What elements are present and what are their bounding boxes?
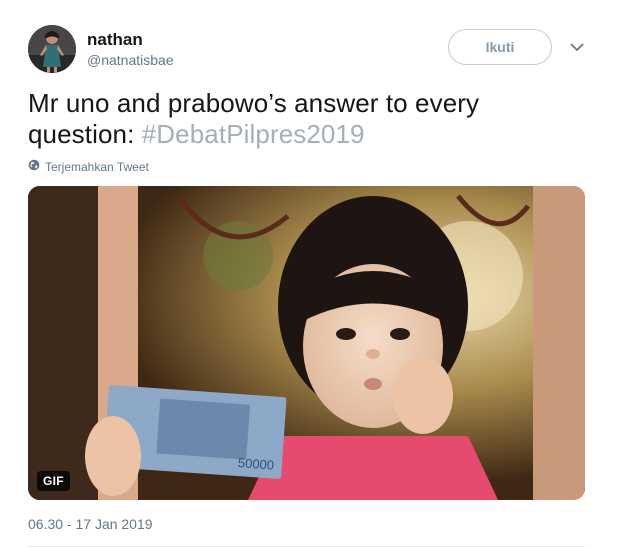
gif-frame: 50000 [28,186,585,500]
tweet-text: Mr uno and prabowo’s answer to every que… [28,88,588,150]
gif-media[interactable]: 50000 GIF [28,186,585,500]
user-name[interactable]: nathan [87,30,143,50]
divider [28,546,585,547]
tweet-card: nathan @natnatisbae Ikuti Mr uno and pra… [0,0,621,549]
gif-badge: GIF [37,471,70,491]
chevron-down-icon[interactable] [568,38,586,56]
hashtag-link[interactable]: #DebatPilpres2019 [142,119,365,149]
user-handle[interactable]: @natnatisbae [87,52,174,68]
globe-icon [28,159,40,174]
translate-label: Terjemahkan Tweet [45,159,149,174]
tweet-timestamp[interactable]: 06.30 - 17 Jan 2019 [28,516,153,532]
follow-button[interactable]: Ikuti [448,29,552,65]
avatar[interactable] [28,25,76,73]
translate-tweet-link[interactable]: Terjemahkan Tweet [28,159,149,174]
banknote-value: 50000 [237,455,274,472]
